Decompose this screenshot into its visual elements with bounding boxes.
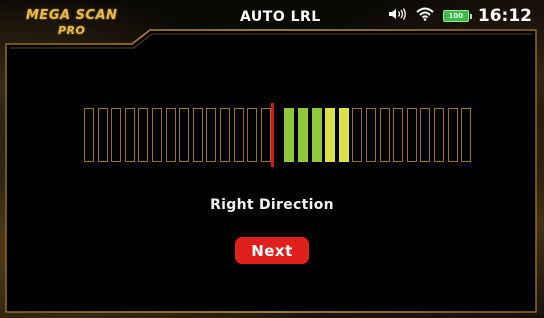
logo-text-line2: PRO <box>58 24 86 37</box>
meter-center-line <box>271 103 274 167</box>
meter-segment <box>420 108 431 162</box>
status-bar: 100 16:12 <box>387 6 532 26</box>
direction-label: Right Direction <box>210 197 334 213</box>
meter-segment <box>247 108 258 162</box>
meter-segment <box>111 108 122 162</box>
meter-segment <box>84 108 94 162</box>
meter-segment <box>165 108 176 162</box>
device-screen: MEGA SCAN PRO AUTO LRL 100 16:12 Right D… <box>0 0 544 318</box>
meter-segment <box>352 108 363 162</box>
clock: 16:12 <box>477 6 532 26</box>
meter-segment <box>366 108 376 162</box>
battery-icon: 100 <box>442 10 472 22</box>
meter-segment <box>325 108 336 162</box>
meter-segment <box>152 108 162 162</box>
meter-segment <box>233 108 244 162</box>
wifi-icon <box>416 7 434 26</box>
mega-scan-pro-logo: MEGA SCAN PRO <box>26 8 134 44</box>
meter-segment <box>406 108 417 162</box>
mode-title: AUTO LRL <box>240 9 321 25</box>
meter-segment <box>434 108 444 162</box>
meter-segment <box>284 108 295 162</box>
volume-icon <box>387 7 407 26</box>
direction-meter <box>84 108 472 162</box>
logo-text-line1: MEGA SCAN <box>26 8 118 23</box>
meter-segment <box>179 108 190 162</box>
next-button[interactable]: Next <box>235 237 309 264</box>
meter-segment <box>311 108 322 162</box>
meter-segment <box>461 108 472 162</box>
meter-segment <box>138 108 149 162</box>
meter-segment <box>192 108 203 162</box>
battery-level: 100 <box>448 12 464 20</box>
meter-segment <box>338 108 349 162</box>
meter-segment <box>379 108 390 162</box>
meter-segment <box>124 108 135 162</box>
meter-segment <box>298 108 308 162</box>
meter-segment <box>206 108 217 162</box>
meter-segment <box>447 108 458 162</box>
meter-segment <box>97 108 108 162</box>
meter-segment <box>393 108 404 162</box>
meter-segment <box>220 108 230 162</box>
meter-segment <box>260 108 271 162</box>
